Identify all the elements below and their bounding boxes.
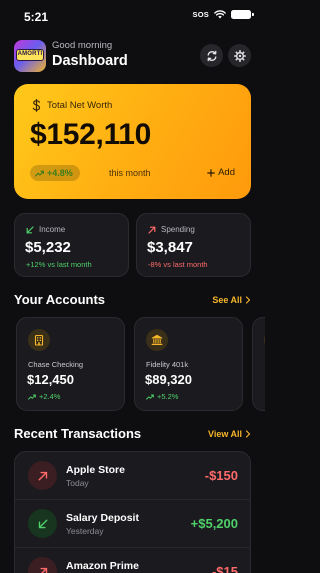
spending-change: -8% vs last month [148, 260, 208, 269]
transactions-list: Apple Store Today -$150 Salary Deposit Y… [14, 451, 251, 573]
account-icon-badge [146, 329, 168, 351]
avatar[interactable]: AMORTI [14, 40, 46, 72]
dollar-icon [32, 99, 41, 112]
account-icon-badge [28, 329, 50, 351]
account-change: +2.4% [39, 392, 61, 401]
arrow-down-left-icon [38, 519, 47, 528]
header: AMORTI Good morning Dashboard [14, 40, 251, 74]
chevron-right-icon [245, 430, 251, 438]
refresh-button[interactable] [200, 44, 223, 67]
transaction-amount: -$15 [211, 564, 238, 573]
transaction-date: Today [66, 478, 89, 488]
plus-icon [207, 168, 215, 177]
refresh-icon [207, 50, 216, 61]
view-all-transactions-link[interactable]: View All [208, 429, 251, 439]
income-label-row: Income [26, 225, 65, 234]
see-all-accounts-link[interactable]: See All [212, 295, 251, 305]
transaction-name: Amazon Prime [66, 560, 139, 572]
page-title: Dashboard [52, 53, 128, 69]
settings-button[interactable] [228, 44, 251, 67]
net-worth-label: Total Net Worth [47, 100, 113, 111]
transaction-date: Yesterday [66, 526, 104, 536]
account-name: Fidelity 401k [146, 360, 189, 369]
net-worth-label-row: Total Net Worth [31, 99, 112, 112]
institution-icon [151, 334, 163, 345]
accounts-section-title: Your Accounts [14, 292, 106, 307]
account-name: Chase Checking [28, 360, 84, 369]
trend-up-icon [28, 394, 36, 400]
account-balance: $89,320 [145, 372, 192, 387]
greeting-text: Good morning [52, 40, 113, 51]
net-worth-card[interactable]: Total Net Worth $152,110 +4.8% this mont… [14, 84, 251, 199]
income-change: +12% vs last month [26, 260, 92, 269]
income-card[interactable]: Income $5,232 +12% vs last month [14, 213, 129, 277]
transaction-name: Salary Deposit [66, 512, 139, 524]
status-bar: 5:21 SOS [0, 0, 265, 32]
net-worth-change-badge: +4.8% [30, 165, 80, 181]
net-worth-change: +4.8% [47, 168, 73, 178]
spending-card[interactable]: Spending $3,847 -8% vs last month [136, 213, 251, 277]
transaction-amount: -$150 [204, 468, 238, 483]
bank-building-icon [34, 334, 44, 346]
transaction-amount: +$5,200 [190, 516, 238, 531]
account-balance: $12,450 [27, 372, 74, 387]
transactions-section-title: Recent Transactions [14, 426, 142, 441]
avatar-logo: AMORTI [16, 49, 44, 61]
sos-indicator: SOS [192, 10, 209, 19]
account-card-partial[interactable] [252, 317, 265, 411]
arrow-down-left-icon [26, 225, 34, 233]
transaction-icon-badge [28, 461, 57, 490]
transaction-row[interactable]: Apple Store Today -$150 [15, 452, 250, 500]
account-change: +5.2% [157, 392, 179, 401]
arrow-up-right-icon [38, 471, 47, 480]
transaction-icon-badge [28, 557, 57, 573]
transaction-icon-badge [28, 509, 57, 538]
income-amount: $5,232 [25, 239, 71, 256]
spending-amount: $3,847 [147, 239, 193, 256]
spending-label-row: Spending [148, 225, 195, 234]
income-label: Income [39, 225, 66, 234]
account-card-fidelity-401k[interactable]: Fidelity 401k $89,320 +5.2% [134, 317, 243, 411]
net-worth-period: this month [109, 168, 151, 178]
status-indicators: SOS [192, 10, 254, 19]
status-time: 5:21 [24, 10, 49, 24]
transaction-row[interactable]: Amazon Prime -$15 [15, 548, 250, 573]
arrow-up-right-icon [148, 226, 156, 234]
gear-icon [233, 49, 246, 62]
net-worth-value: $152,110 [30, 118, 152, 151]
trend-up-icon [35, 170, 44, 177]
account-change-row: +5.2% [146, 392, 178, 401]
account-change-row: +2.4% [28, 392, 60, 401]
add-button-label: Add [218, 167, 235, 178]
arrow-up-right-icon [39, 567, 47, 573]
battery-icon [231, 10, 254, 19]
transaction-name: Apple Store [66, 464, 125, 476]
account-icon-badge [264, 329, 265, 351]
spending-label: Spending [161, 225, 195, 234]
account-card-chase-checking[interactable]: Chase Checking $12,450 +2.4% [16, 317, 125, 411]
transaction-row[interactable]: Salary Deposit Yesterday +$5,200 [15, 500, 250, 548]
view-all-label: View All [207, 429, 242, 439]
wifi-icon [214, 10, 226, 19]
chevron-right-icon [245, 296, 251, 304]
trend-up-icon [146, 394, 154, 400]
dashboard-screen: 5:21 SOS AMORTI Good morning Dashboard T… [0, 0, 265, 573]
add-button[interactable]: Add [207, 167, 235, 178]
see-all-label: See All [212, 295, 242, 305]
